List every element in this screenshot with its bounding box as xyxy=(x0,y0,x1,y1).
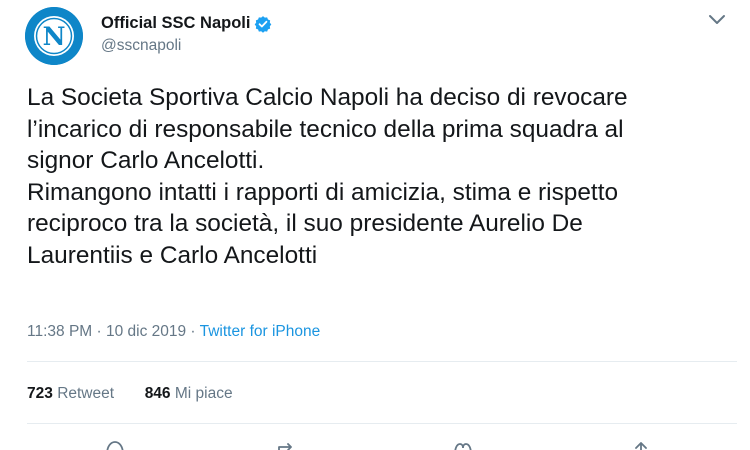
reply-icon[interactable] xyxy=(104,440,126,450)
like-icon[interactable] xyxy=(452,440,474,450)
avatar-letter: N xyxy=(43,22,66,51)
source-link[interactable]: Twitter for iPhone xyxy=(200,323,321,340)
tweet-text: La Societa Sportiva Calcio Napoli ha dec… xyxy=(27,82,739,272)
tweet-line: l’incarico di responsabile tecnico della… xyxy=(27,115,624,143)
tweet-line: Rimangono intatti i rapporti di amicizia… xyxy=(27,178,619,206)
meta-separator: · xyxy=(186,323,200,340)
account-display-name[interactable]: Official SSC Napoli xyxy=(101,14,272,33)
verified-badge-icon xyxy=(255,15,272,33)
like-count: 846 xyxy=(144,385,171,402)
avatar[interactable]: N xyxy=(25,7,83,65)
divider xyxy=(27,361,737,362)
divider xyxy=(27,423,737,424)
like-label: Mi piace xyxy=(174,385,233,402)
tweet-stats: 723 Retweet 846 Mi piace xyxy=(27,385,233,403)
account-handle[interactable]: @sscnapoli xyxy=(101,37,181,55)
chevron-down-icon[interactable] xyxy=(706,12,728,28)
tweet-line: signor Carlo Ancelotti. xyxy=(27,147,265,175)
retweet-stat[interactable]: 723 Retweet xyxy=(27,385,114,402)
tweet-line: La Societa Sportiva Calcio Napoli ha dec… xyxy=(27,84,628,111)
like-stat[interactable]: 846 Mi piace xyxy=(145,385,233,402)
display-name-text: Official SSC Napoli xyxy=(101,14,251,32)
retweet-count: 723 xyxy=(27,385,53,402)
tweet-card: N Official SSC Napoli @sscnapoli La Soci… xyxy=(0,0,750,450)
tweet-line: Laurentiis e Carlo Ancelotti xyxy=(27,241,318,269)
retweet-label: Retweet xyxy=(57,385,115,402)
retweet-icon[interactable] xyxy=(276,440,298,450)
tweet-meta: 11:38 PM · 10 dic 2019 · Twitter for iPh… xyxy=(27,323,320,341)
share-icon[interactable] xyxy=(630,440,652,450)
timestamp[interactable]: 11:38 PM · 10 dic 2019 xyxy=(27,323,186,340)
tweet-line: reciproco tra la società, il suo preside… xyxy=(27,210,583,238)
